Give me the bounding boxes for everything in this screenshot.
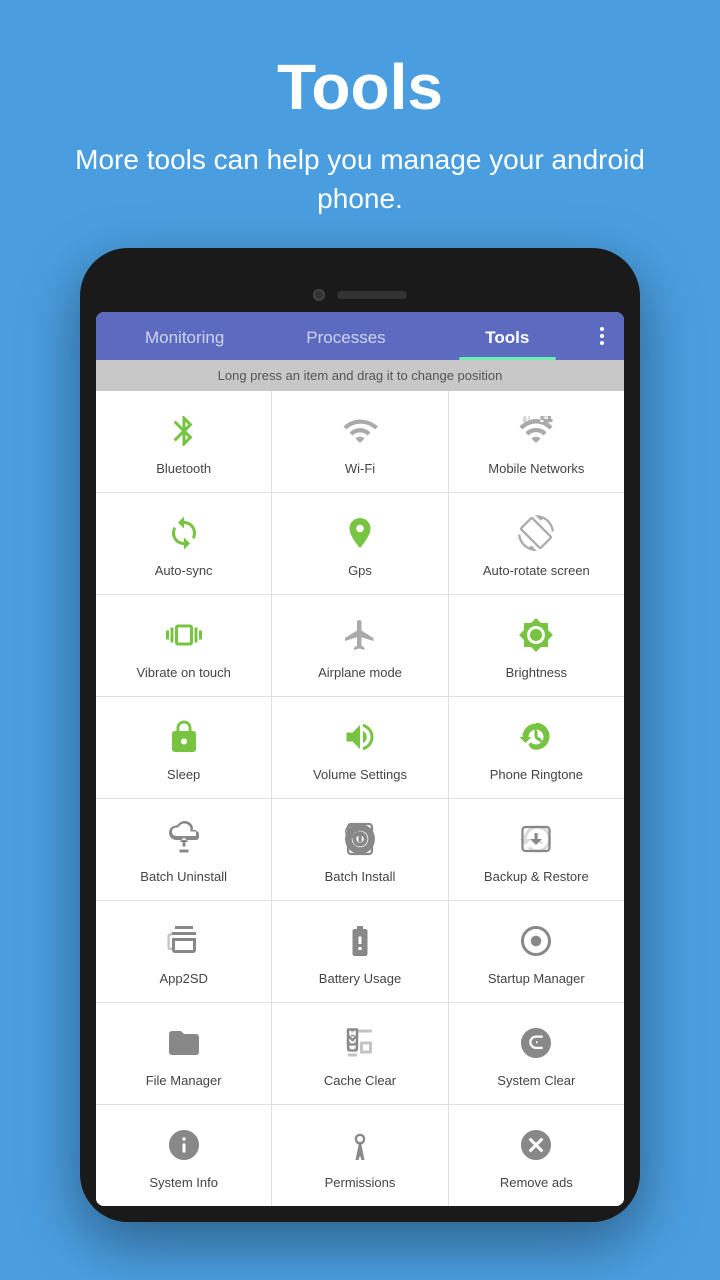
auto-sync-label: Auto-sync [155,563,213,580]
system-info-icon [162,1123,206,1167]
batch-install-icon [338,817,382,861]
tab-tools[interactable]: Tools [427,312,588,360]
auto-rotate-label: Auto-rotate screen [483,563,590,580]
dot2 [600,334,604,338]
startup-icon [514,919,558,963]
gps-icon [338,511,382,555]
gps-label: Gps [348,563,372,580]
batch-uninstall-icon [162,817,206,861]
hint-text: Long press an item and drag it to change… [218,368,503,383]
grid-item-permissions[interactable]: Permissions [272,1105,447,1206]
page-header: Tools More tools can help you manage you… [0,0,720,248]
app2sd-label: App2SD [159,971,207,988]
grid-item-remove-ads[interactable]: Remove ads [449,1105,624,1206]
dot1 [600,327,604,331]
airplane-label: Airplane mode [318,665,402,682]
battery-icon [338,919,382,963]
startup-label: Startup Manager [488,971,585,988]
system-clear-icon [514,1021,558,1065]
grid-item-brightness[interactable]: Brightness [449,595,624,696]
mobile-networks-label: Mobile Networks [488,461,584,478]
grid-item-mobile-networks[interactable]: Mobile Networks [449,391,624,492]
wifi-icon [338,409,382,453]
volume-label: Volume Settings [313,767,407,784]
phone-notch [96,264,624,312]
grid-item-system-info[interactable]: System Info [96,1105,271,1206]
hint-bar: Long press an item and drag it to change… [96,360,624,391]
permissions-label: Permissions [325,1175,396,1192]
batch-install-label: Batch Install [325,869,396,886]
system-clear-label: System Clear [497,1073,575,1090]
app-header: Monitoring Processes Tools [96,312,624,360]
remove-ads-icon [514,1123,558,1167]
more-menu-button[interactable] [588,319,616,353]
app2sd-icon [162,919,206,963]
auto-rotate-icon [514,511,558,555]
vibrate-label: Vibrate on touch [136,665,230,682]
speaker-icon [337,291,407,299]
airplane-icon [338,613,382,657]
grid-item-auto-rotate[interactable]: Auto-rotate screen [449,493,624,594]
grid-item-auto-sync[interactable]: Auto-sync [96,493,271,594]
grid-item-batch-install[interactable]: Batch Install [272,799,447,900]
auto-sync-icon [162,511,206,555]
grid-item-system-clear[interactable]: System Clear [449,1003,624,1104]
grid-item-vibrate[interactable]: Vibrate on touch [96,595,271,696]
file-manager-label: File Manager [146,1073,222,1090]
tab-processes[interactable]: Processes [265,312,426,360]
grid-item-file-manager[interactable]: File Manager [96,1003,271,1104]
grid-item-volume[interactable]: Volume Settings [272,697,447,798]
sleep-icon [162,715,206,759]
backup-label: Backup & Restore [484,869,589,886]
phone-frame: Monitoring Processes Tools Long press an… [80,248,640,1221]
wifi-label: Wi-Fi [345,461,375,478]
brightness-icon [514,613,558,657]
tools-grid: Bluetooth Wi-Fi Mobile Networks [96,391,624,1205]
sleep-label: Sleep [167,767,200,784]
permissions-icon [338,1123,382,1167]
vibrate-icon [162,613,206,657]
grid-item-sleep[interactable]: Sleep [96,697,271,798]
brightness-label: Brightness [506,665,567,682]
batch-uninstall-label: Batch Uninstall [140,869,227,886]
ringtone-icon [514,715,558,759]
remove-ads-label: Remove ads [500,1175,573,1192]
grid-item-cache-clear[interactable]: Cache Clear [272,1003,447,1104]
grid-item-bluetooth[interactable]: Bluetooth [96,391,271,492]
tab-monitoring[interactable]: Monitoring [104,312,265,360]
cache-clear-label: Cache Clear [324,1073,396,1090]
volume-icon [338,715,382,759]
grid-item-wifi[interactable]: Wi-Fi [272,391,447,492]
bluetooth-label: Bluetooth [156,461,211,478]
grid-item-ringtone[interactable]: Phone Ringtone [449,697,624,798]
mobile-networks-icon [514,409,558,453]
grid-item-backup[interactable]: Backup & Restore [449,799,624,900]
ringtone-label: Phone Ringtone [490,767,583,784]
grid-item-gps[interactable]: Gps [272,493,447,594]
camera-icon [313,289,325,301]
phone-screen: Monitoring Processes Tools Long press an… [96,312,624,1205]
page-subtitle: More tools can help you manage your andr… [40,140,680,218]
grid-item-batch-uninstall[interactable]: Batch Uninstall [96,799,271,900]
battery-label: Battery Usage [319,971,401,988]
grid-item-battery[interactable]: Battery Usage [272,901,447,1002]
backup-icon [514,817,558,861]
bluetooth-icon [162,409,206,453]
page-title: Tools [40,50,680,124]
tab-bar: Monitoring Processes Tools [96,312,624,360]
file-manager-icon [162,1021,206,1065]
cache-clear-icon [338,1021,382,1065]
grid-item-app2sd[interactable]: App2SD [96,901,271,1002]
grid-item-airplane[interactable]: Airplane mode [272,595,447,696]
system-info-label: System Info [149,1175,218,1192]
dot3 [600,341,604,345]
grid-item-startup[interactable]: Startup Manager [449,901,624,1002]
